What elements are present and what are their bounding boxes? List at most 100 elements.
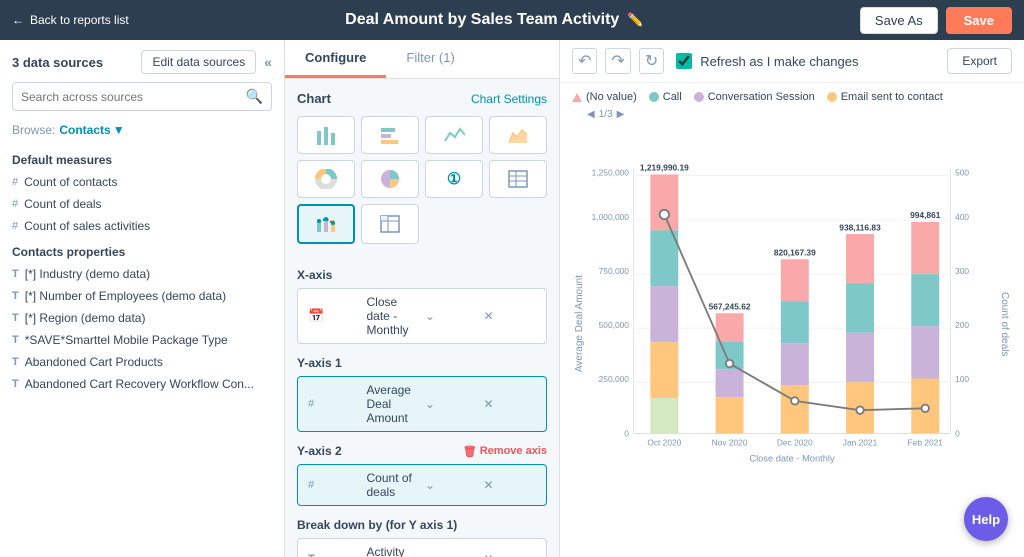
chart-settings-link[interactable]: Chart Settings bbox=[471, 92, 547, 106]
hash-icon: # bbox=[12, 198, 18, 210]
legend-item-conversation: Conversation Session bbox=[694, 91, 815, 103]
refresh-label: Refresh as I make changes bbox=[700, 54, 858, 69]
list-item[interactable]: # Count of sales activities bbox=[0, 215, 284, 237]
svg-text:820,167.39: 820,167.39 bbox=[774, 248, 816, 258]
left-panel-header: 3 data sources Edit data sources « bbox=[0, 50, 284, 82]
list-item[interactable]: T [*] Region (demo data) bbox=[0, 307, 284, 329]
nav-prev-icon[interactable]: ◀ bbox=[587, 109, 595, 120]
svg-text:567,245.62: 567,245.62 bbox=[709, 302, 751, 312]
close-icon[interactable]: ✕ bbox=[484, 552, 537, 557]
chevron-down-icon: ⌄ bbox=[425, 309, 478, 323]
list-item[interactable]: T Abandoned Cart Products bbox=[0, 351, 284, 373]
back-button[interactable]: ← Back to reports list bbox=[12, 13, 129, 27]
remove-axis-button[interactable]: 🗑 Remove axis bbox=[463, 445, 547, 458]
refresh-checkbox[interactable] bbox=[676, 53, 692, 69]
svg-text:Close date - Monthly: Close date - Monthly bbox=[749, 453, 835, 463]
list-item[interactable]: T *SAVE*Smarttel Mobile Package Type bbox=[0, 329, 284, 351]
yaxis1-select[interactable]: # Average Deal Amount ⌄ ✕ bbox=[297, 376, 547, 432]
svg-text:500,000: 500,000 bbox=[599, 320, 630, 330]
close-icon[interactable]: ✕ bbox=[484, 478, 537, 492]
chevron-down-icon: ⌄ bbox=[425, 397, 478, 411]
close-icon[interactable]: ✕ bbox=[484, 309, 537, 323]
close-icon[interactable]: ✕ bbox=[484, 397, 537, 411]
svg-text:0: 0 bbox=[955, 428, 960, 438]
svg-text:400: 400 bbox=[955, 212, 969, 222]
chart-type-area[interactable] bbox=[489, 116, 547, 154]
save-as-button[interactable]: Save As bbox=[860, 7, 938, 34]
list-item[interactable]: T [*] Number of Employees (demo data) bbox=[0, 285, 284, 307]
yaxis-right-label: Count of deals bbox=[997, 292, 1012, 357]
legend-triangle-icon bbox=[572, 93, 582, 102]
header-actions: Save As Save bbox=[860, 7, 1012, 34]
save-button[interactable]: Save bbox=[946, 7, 1012, 34]
default-measures-title: Default measures bbox=[0, 145, 284, 171]
svg-text:0: 0 bbox=[624, 428, 629, 438]
back-arrow-icon: ← bbox=[12, 13, 24, 27]
edit-sources-button[interactable]: Edit data sources bbox=[141, 50, 256, 74]
yaxis2-select[interactable]: # Count of deals ⌄ ✕ bbox=[297, 464, 547, 506]
svg-text:500: 500 bbox=[955, 167, 969, 177]
list-item[interactable]: T [*] Industry (demo data) bbox=[0, 263, 284, 285]
refresh-icon[interactable]: ↻ bbox=[639, 48, 664, 74]
contacts-properties-title: Contacts properties bbox=[0, 237, 284, 263]
search-box: 🔍 bbox=[12, 82, 272, 111]
calendar-icon: 📅 bbox=[308, 308, 361, 324]
help-button[interactable]: Help bbox=[964, 497, 1008, 541]
chart-type-table[interactable] bbox=[489, 160, 547, 198]
t-icon: T bbox=[12, 290, 19, 302]
collapse-icon[interactable]: « bbox=[264, 54, 272, 70]
xaxis-label: X-axis bbox=[297, 268, 547, 282]
yaxis2-section: Y-axis 2 🗑 Remove axis # Count of deals … bbox=[285, 444, 559, 518]
svg-text:1,000,000: 1,000,000 bbox=[592, 212, 630, 222]
browse-contacts-link[interactable]: Contacts ▼ bbox=[59, 123, 124, 137]
redo-icon[interactable]: ↷ bbox=[605, 48, 630, 74]
nav-count: 1/3 bbox=[599, 109, 613, 120]
list-item[interactable]: # Count of deals bbox=[0, 193, 284, 215]
tab-configure[interactable]: Configure bbox=[285, 40, 386, 78]
header: ← Back to reports list Deal Amount by Sa… bbox=[0, 0, 1024, 40]
edit-title-icon[interactable]: ✏️ bbox=[627, 12, 643, 28]
breakdown-select[interactable]: T Activity type ⌄ ✕ bbox=[297, 538, 547, 557]
export-button[interactable]: Export bbox=[947, 48, 1012, 74]
list-item[interactable]: T Abandoned Cart Recovery Workflow Con..… bbox=[0, 373, 284, 395]
main-layout: 3 data sources Edit data sources « 🔍 Bro… bbox=[0, 40, 1024, 557]
svg-text:Jan 2021: Jan 2021 bbox=[843, 438, 878, 448]
chart-nav: ◀ 1/3 ▶ bbox=[587, 109, 997, 120]
nav-next-icon[interactable]: ▶ bbox=[617, 109, 625, 120]
chart-type-grid: ① bbox=[297, 116, 547, 244]
search-input[interactable] bbox=[21, 90, 246, 104]
svg-text:Dec 2020: Dec 2020 bbox=[777, 438, 813, 448]
chart-content: Average Deal Amount ◀ 1/3 ▶ bbox=[572, 109, 1012, 539]
tabs: Configure Filter (1) bbox=[285, 40, 559, 79]
chart-svg: 0 250,000 500,000 750,000 1,000,000 1,25… bbox=[587, 122, 997, 512]
data-sources-label: 3 data sources bbox=[12, 55, 103, 70]
chart-type-bar-vertical[interactable] bbox=[297, 116, 355, 154]
yaxis-left-label: Average Deal Amount bbox=[572, 275, 587, 372]
svg-text:1,219,990.19: 1,219,990.19 bbox=[640, 163, 689, 173]
yaxis2-label: Y-axis 2 🗑 Remove axis bbox=[297, 444, 547, 458]
svg-text:Nov 2020: Nov 2020 bbox=[712, 438, 748, 448]
chart-type-bar-horizontal[interactable] bbox=[361, 116, 419, 154]
svg-text:200: 200 bbox=[955, 320, 969, 330]
xaxis-select[interactable]: 📅 Close date - Monthly ⌄ ✕ bbox=[297, 288, 547, 344]
svg-text:250,000: 250,000 bbox=[599, 374, 630, 384]
tab-filter[interactable]: Filter (1) bbox=[386, 40, 474, 78]
chart-type-single-number[interactable]: ① bbox=[425, 160, 483, 198]
refresh-group: Refresh as I make changes bbox=[676, 53, 939, 69]
yaxis1-label: Y-axis 1 bbox=[297, 356, 547, 370]
svg-text:Oct 2020: Oct 2020 bbox=[647, 438, 681, 448]
legend-dot-call bbox=[649, 92, 659, 102]
yaxis1-section: Y-axis 1 # Average Deal Amount ⌄ ✕ bbox=[285, 356, 559, 444]
undo-icon[interactable]: ↶ bbox=[572, 48, 597, 74]
t-icon: T bbox=[12, 334, 19, 346]
chart-type-pie[interactable] bbox=[361, 160, 419, 198]
chevron-down-icon: ⌄ bbox=[425, 478, 478, 492]
svg-text:750,000: 750,000 bbox=[599, 266, 630, 276]
breakdown-label: Break down by (for Y axis 1) bbox=[297, 518, 547, 532]
t-icon: T bbox=[12, 268, 19, 280]
chart-type-pivot[interactable] bbox=[361, 204, 419, 244]
chart-type-combo[interactable] bbox=[297, 204, 355, 244]
list-item[interactable]: # Count of contacts bbox=[0, 171, 284, 193]
chart-type-line[interactable] bbox=[425, 116, 483, 154]
chart-type-donut[interactable] bbox=[297, 160, 355, 198]
